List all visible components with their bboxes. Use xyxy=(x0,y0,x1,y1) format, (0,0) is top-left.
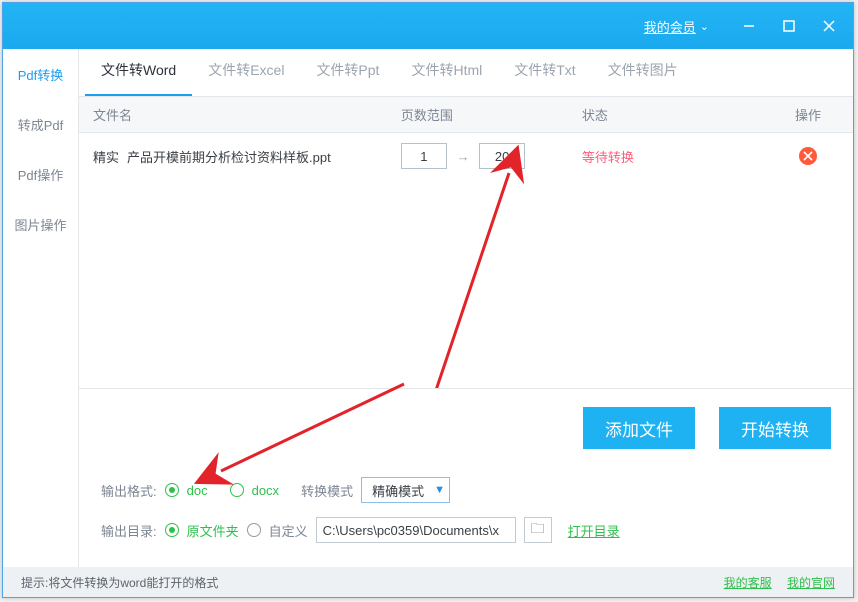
tab-to-txt[interactable]: 文件转Txt xyxy=(498,60,591,96)
status-text: 等待转换 xyxy=(582,147,763,166)
output-dir-row: 输出目录: 原文件夹 自定义 🗀 打开目录 xyxy=(101,517,831,543)
chevron-down-icon: ▼ xyxy=(434,484,445,496)
radio-doc[interactable] xyxy=(165,483,179,497)
member-caret-icon[interactable]: ⌄ xyxy=(700,20,709,33)
main: 文件转Word 文件转Excel 文件转Ppt 文件转Html 文件转Txt 文… xyxy=(79,49,853,567)
file-list: 精实 产品开模前期分析检讨资料样板.ppt → 等待转换 xyxy=(79,133,853,388)
mode-select[interactable]: 精确模式 ▼ xyxy=(361,477,450,503)
file-name: 产品开模前期分析检讨资料样板.ppt xyxy=(127,147,331,166)
col-op-header: 操作 xyxy=(763,105,853,124)
hint-links: 我的客服 我的官网 xyxy=(712,574,835,591)
table-row: 精实 产品开模前期分析检讨资料样板.ppt → 等待转换 xyxy=(79,133,853,179)
output-path-input[interactable] xyxy=(316,517,516,543)
radio-doc-label: doc xyxy=(187,483,208,498)
big-buttons: 添加文件 开始转换 xyxy=(101,407,831,449)
close-icon xyxy=(822,19,836,33)
radio-custom-label: 自定义 xyxy=(269,521,308,540)
radio-original-folder[interactable] xyxy=(165,523,179,537)
sidebar-item-pdf-convert[interactable]: Pdf转换 xyxy=(3,49,78,99)
open-folder-link[interactable]: 打开目录 xyxy=(568,521,620,540)
radio-docx-label: docx xyxy=(252,483,279,498)
start-convert-button[interactable]: 开始转换 xyxy=(719,407,831,449)
arrow-right-icon: → xyxy=(456,149,469,164)
member-link[interactable]: 我的会员 xyxy=(644,17,696,36)
minimize-button[interactable] xyxy=(729,3,769,49)
tab-to-excel[interactable]: 文件转Excel xyxy=(192,60,300,96)
radio-docx[interactable] xyxy=(230,483,244,497)
sidebar-item-to-pdf[interactable]: 转成Pdf xyxy=(3,99,78,149)
tab-to-image[interactable]: 文件转图片 xyxy=(592,60,694,96)
tabs: 文件转Word 文件转Excel 文件转Ppt 文件转Html 文件转Txt 文… xyxy=(79,49,853,97)
list-header: 文件名 页数范围 状态 操作 xyxy=(79,97,853,133)
browse-folder-button[interactable]: 🗀 xyxy=(524,517,552,543)
mode-label: 转换模式 xyxy=(301,481,353,500)
delete-icon xyxy=(803,151,813,161)
sidebar-item-pdf-ops[interactable]: Pdf操作 xyxy=(3,149,78,199)
col-name-header: 文件名 xyxy=(79,105,401,124)
tab-to-ppt[interactable]: 文件转Ppt xyxy=(300,60,395,96)
page-from-input[interactable] xyxy=(401,143,447,169)
official-site-link[interactable]: 我的官网 xyxy=(787,576,835,590)
maximize-icon xyxy=(782,19,796,33)
hint-text: 提示:将文件转换为word能打开的格式 xyxy=(21,574,218,591)
body: Pdf转换 转成Pdf Pdf操作 图片操作 文件转Word 文件转Excel … xyxy=(3,49,853,567)
file-tag: 精实 xyxy=(93,147,119,166)
add-file-button[interactable]: 添加文件 xyxy=(583,407,695,449)
radio-custom-folder[interactable] xyxy=(247,523,261,537)
col-status-header: 状态 xyxy=(582,105,763,124)
delete-row-button[interactable] xyxy=(799,147,817,165)
page-to-input[interactable] xyxy=(479,143,525,169)
hint-bar: 提示:将文件转换为word能打开的格式 我的客服 我的官网 xyxy=(3,567,853,597)
tab-to-html[interactable]: 文件转Html xyxy=(395,60,498,96)
folder-icon: 🗀 xyxy=(531,518,545,542)
app-window: 我的会员 ⌄ Pdf转换 转成Pdf Pdf操作 图片操作 文件转Word 文件… xyxy=(2,2,854,598)
sidebar: Pdf转换 转成Pdf Pdf操作 图片操作 xyxy=(3,49,79,567)
col-pages-header: 页数范围 xyxy=(401,105,582,124)
close-button[interactable] xyxy=(809,3,849,49)
output-format-row: 输出格式: doc docx 转换模式 精确模式 ▼ xyxy=(101,477,831,503)
minimize-icon xyxy=(742,19,756,33)
radio-original-label: 原文件夹 xyxy=(187,521,239,540)
sidebar-item-image-ops[interactable]: 图片操作 xyxy=(3,199,78,249)
tab-to-word[interactable]: 文件转Word xyxy=(85,60,192,96)
titlebar: 我的会员 ⌄ xyxy=(3,3,853,49)
output-dir-label: 输出目录: xyxy=(101,521,157,540)
output-format-label: 输出格式: xyxy=(101,481,157,500)
bottom-panel: 添加文件 开始转换 输出格式: doc docx 转换模式 精确模式 ▼ xyxy=(79,388,853,567)
annotation-arrow-1 xyxy=(417,163,537,388)
customer-service-link[interactable]: 我的客服 xyxy=(724,576,772,590)
maximize-button[interactable] xyxy=(769,3,809,49)
mode-value: 精确模式 xyxy=(372,481,424,500)
